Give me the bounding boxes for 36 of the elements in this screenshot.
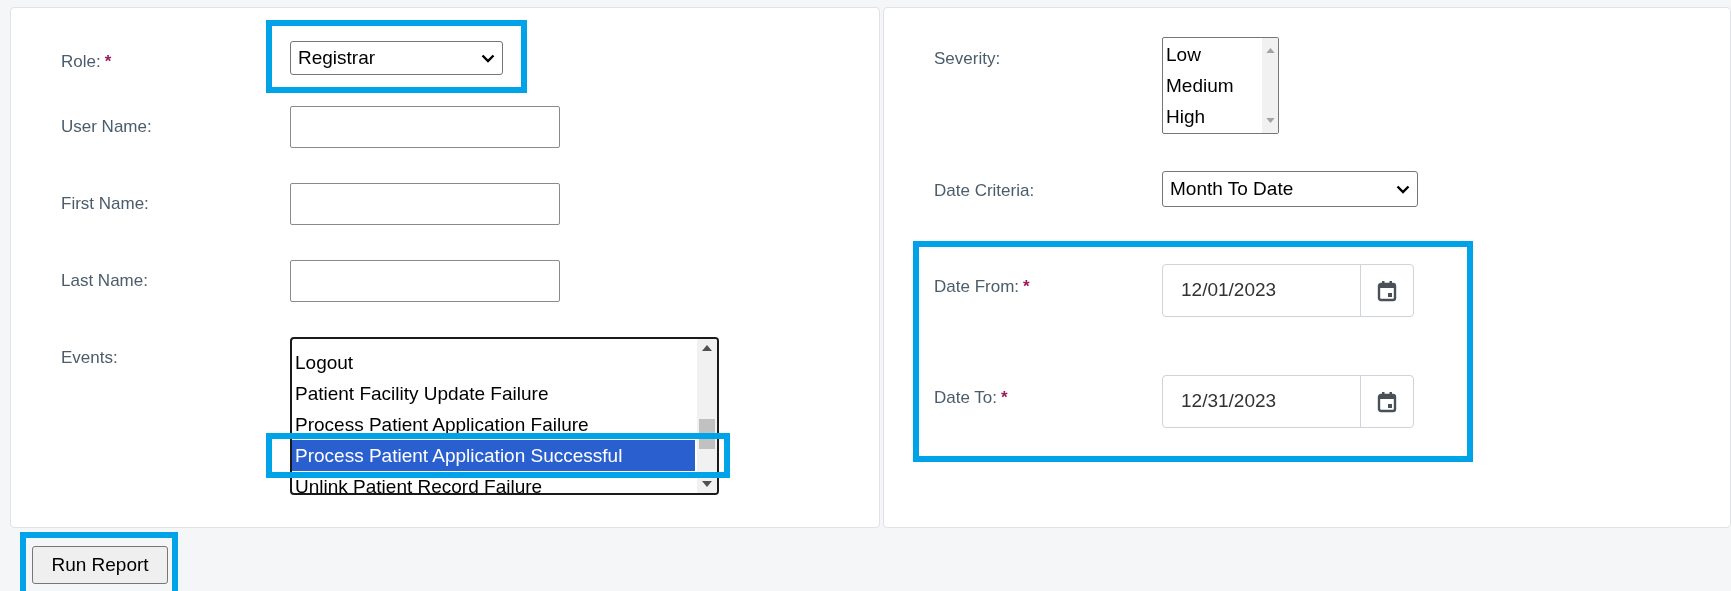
- required-mark: *: [1001, 387, 1008, 409]
- field-label: Date To:: [934, 387, 997, 409]
- list-option[interactable]: Process Patient Application Failure: [292, 409, 695, 440]
- chevron-down-icon: [481, 53, 495, 63]
- text-input[interactable]: [290, 183, 560, 225]
- field-label: First Name:: [61, 193, 149, 215]
- chevron-down-icon: [1396, 184, 1410, 194]
- date-input[interactable]: 12/01/2023: [1162, 264, 1414, 317]
- scroll-up-arrow-icon[interactable]: [702, 345, 712, 351]
- list-option[interactable]: Patient Facility Update Failure: [292, 378, 695, 409]
- field-label: Date Criteria:: [934, 180, 1035, 202]
- severity-listbox[interactable]: Low Medium High: [1162, 37, 1279, 134]
- field-label: User Name:: [61, 116, 152, 138]
- role-select[interactable]: Registrar: [290, 41, 503, 75]
- scroll-down-arrow-icon[interactable]: [702, 481, 712, 487]
- list-option[interactable]: High: [1166, 102, 1262, 133]
- date-input[interactable]: 12/31/2023: [1162, 375, 1414, 428]
- date-criteria-select[interactable]: Month To Date: [1162, 171, 1418, 207]
- list-option[interactable]: Process Patient Application Successful: [292, 440, 695, 471]
- text-input[interactable]: [290, 260, 560, 302]
- field-label: Date From:: [934, 276, 1020, 298]
- list-option[interactable]: Logout: [292, 347, 695, 378]
- field-label: Role:: [61, 51, 101, 73]
- events-listbox[interactable]: Logout Patient Facility Update Failure Process Patient Application Failure Process Patient Application Successful Unlink Patient Record Failure: [290, 337, 719, 495]
- field-label: Events:: [61, 347, 118, 369]
- required-mark: *: [104, 51, 112, 73]
- calendar-icon: [1377, 279, 1397, 302]
- text-input[interactable]: [290, 106, 560, 148]
- calendar-icon: [1377, 390, 1397, 413]
- list-option[interactable]: Low: [1166, 40, 1262, 71]
- list-option[interactable]: Unlink Patient Record Failure: [292, 471, 695, 493]
- field-label: Last Name:: [61, 270, 148, 292]
- run-report-button[interactable]: Run Report: [32, 546, 168, 584]
- field-label: Severity:: [934, 48, 1001, 70]
- list-option[interactable]: Medium: [1166, 71, 1262, 102]
- required-mark: *: [1023, 276, 1030, 298]
